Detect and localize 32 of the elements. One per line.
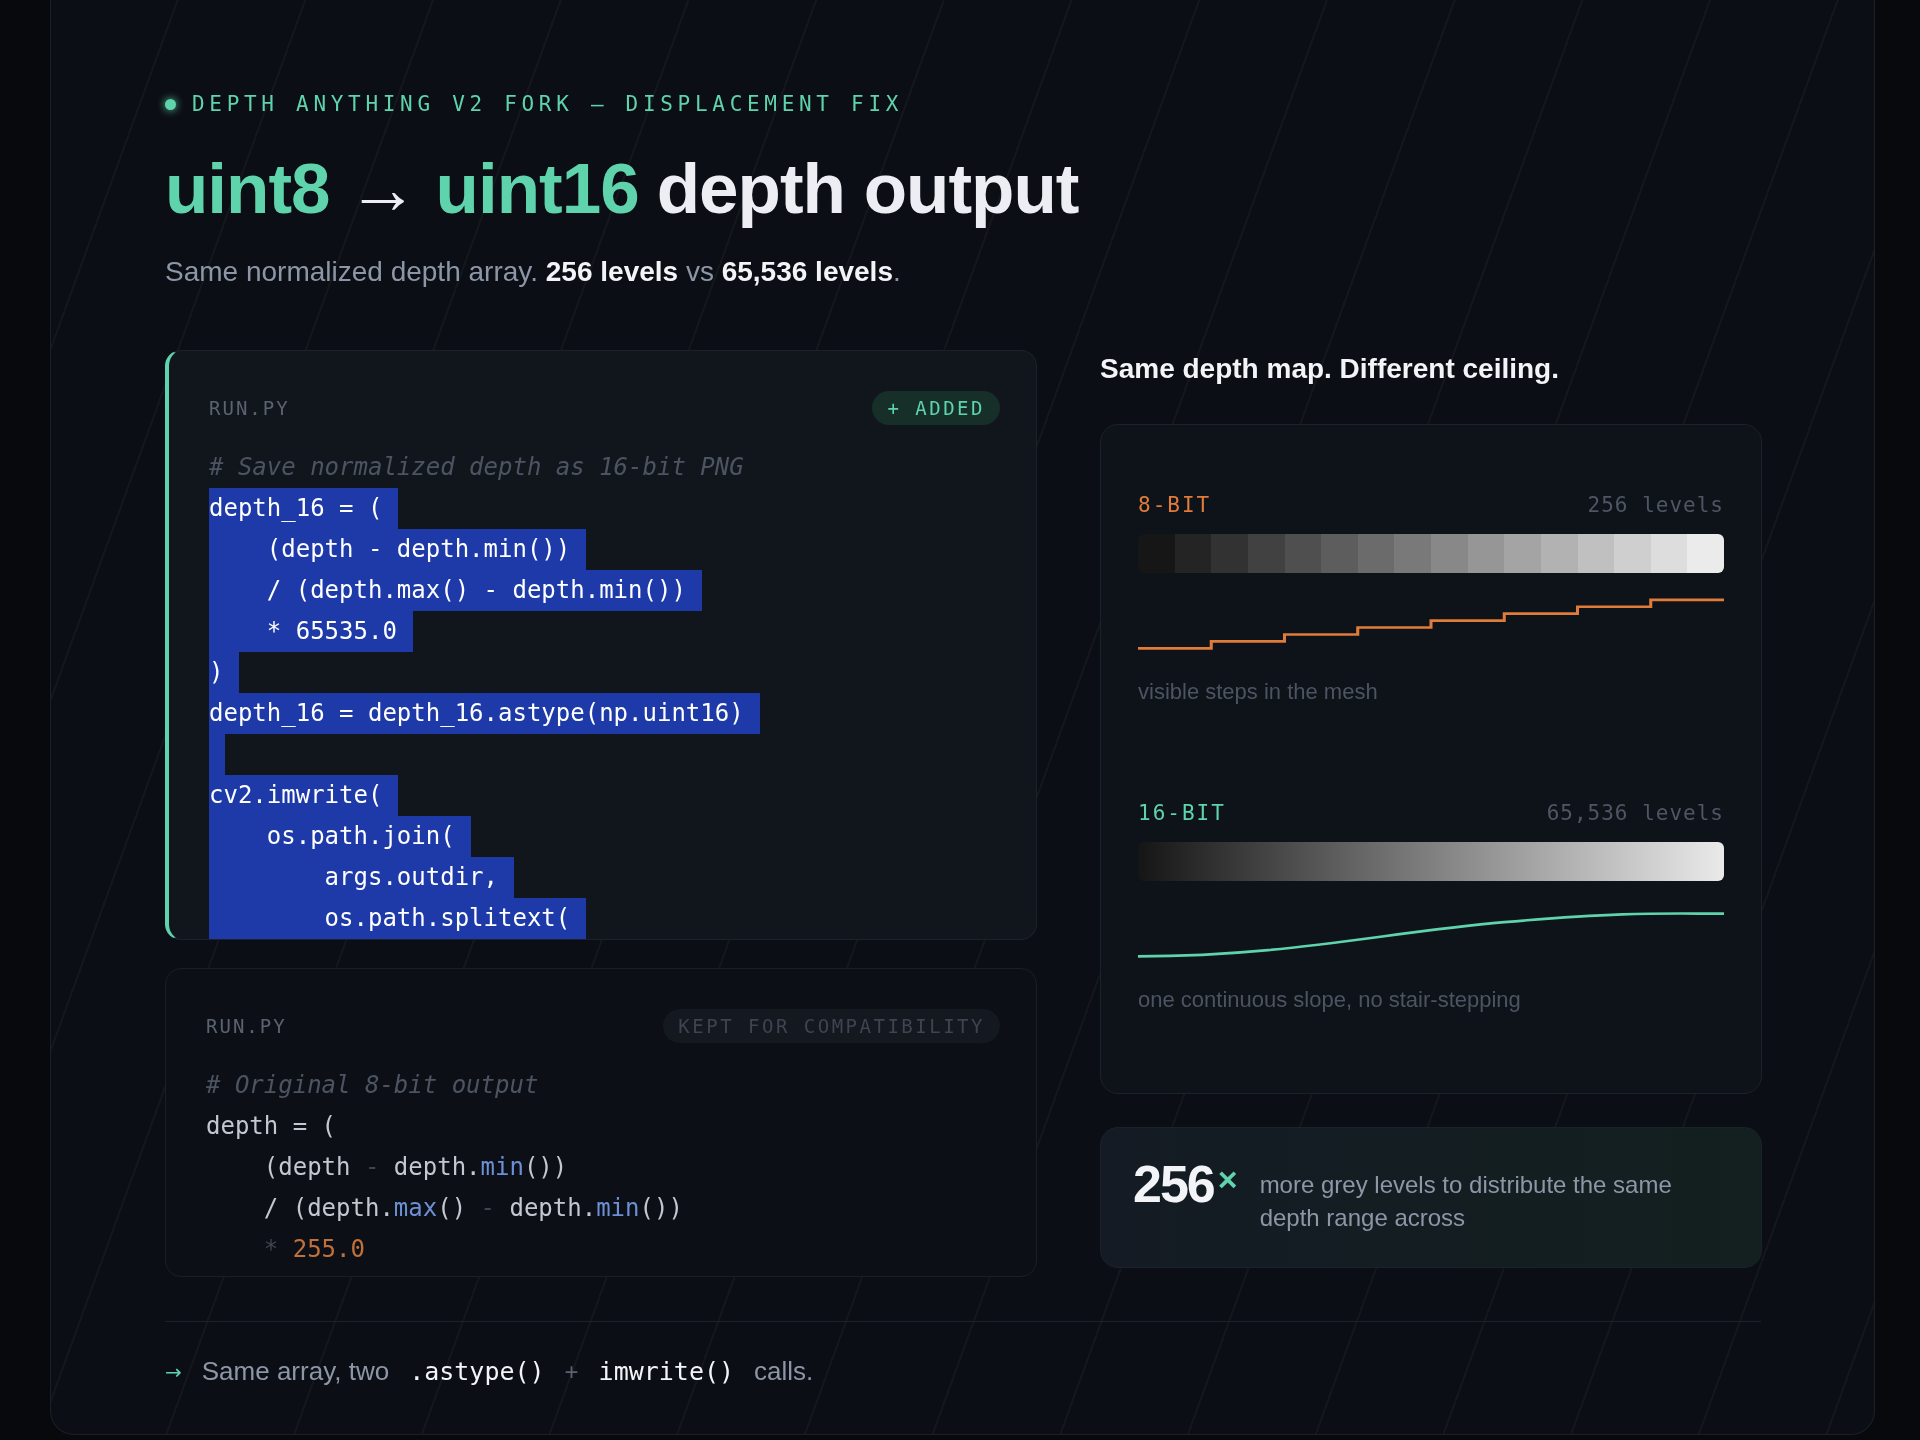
title-text: uint16 — [435, 150, 639, 229]
title-text: depth output — [656, 150, 1079, 229]
code-line: # Save normalized depth as 16-bit PNG — [209, 452, 745, 484]
inline-code: imwrite() — [598, 1357, 735, 1387]
title-text: → — [347, 150, 418, 229]
caption: visible steps in the mesh — [1138, 678, 1379, 705]
file-name: RUN.PY — [209, 397, 290, 420]
status-dot-icon — [165, 98, 176, 110]
code-line: (depth - depth.min()) — [262, 1152, 569, 1184]
inline-code: .astype() — [409, 1357, 545, 1387]
status-badge: + ADDED — [872, 391, 1000, 426]
code-line: depth = ( — [206, 1111, 338, 1143]
title-text: uint8 — [165, 150, 330, 229]
footer-text: calls. — [754, 1356, 814, 1388]
footer-text: Same array, two — [201, 1356, 390, 1388]
bit-depth-label: 8-BIT — [1138, 492, 1212, 517]
arrow-icon: → — [165, 1359, 182, 1384]
file-name: RUN.PY — [206, 1015, 287, 1038]
bit-depth-label: 16-BIT — [1138, 800, 1226, 825]
multiplier-sign: × — [1217, 1162, 1238, 1197]
code-line: # Original 8-bit output — [206, 1070, 540, 1102]
caption: one continuous slope, no stair-stepping — [1138, 986, 1522, 1013]
subtitle: Same normalized depth array. 256 levels vs 65,536 levels. — [165, 256, 902, 289]
eyebrow-label: DEPTH ANYTHING V2 FORK — DISPLACEMENT FIX — [192, 92, 904, 116]
code-line: * 255.0 — [262, 1234, 366, 1266]
levels-count: 65,536 levels — [1546, 800, 1724, 825]
stat-value: 256 — [1133, 1158, 1214, 1211]
section-heading: Same depth map. Different ceiling. — [1100, 352, 1560, 386]
stat-description: more grey levels to distribute the same depth range across — [1259, 1169, 1673, 1234]
code-line: / (depth.max() - depth.min()) — [262, 1193, 684, 1225]
plus-sign: + — [564, 1357, 579, 1386]
levels-count: 256 levels — [1587, 492, 1724, 517]
